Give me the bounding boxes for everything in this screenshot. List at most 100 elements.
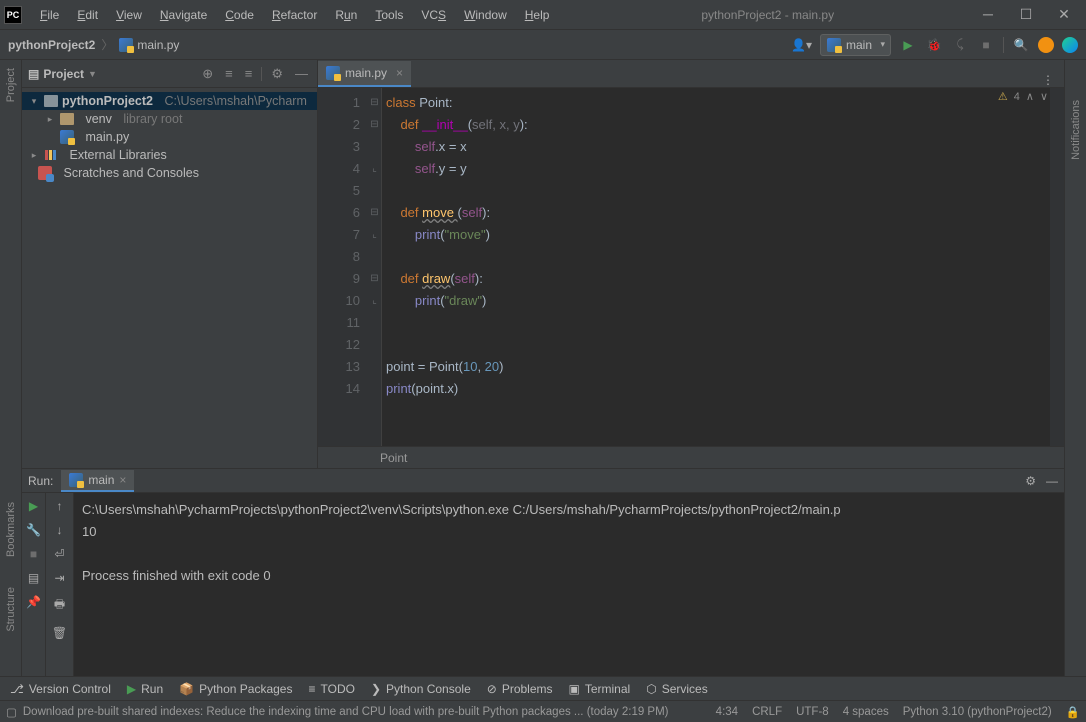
fold-gutter[interactable]: ⊟⊟⌞⊟⌞⊟⌞ bbox=[368, 88, 382, 446]
python-interpreter[interactable]: Python 3.10 (pythonProject2) bbox=[903, 706, 1052, 718]
close-run-tab-icon[interactable]: × bbox=[119, 473, 126, 487]
tree-file-name: main.py bbox=[85, 130, 129, 144]
coverage-button[interactable]: ⤹ bbox=[951, 36, 969, 54]
editor-tabs: main.py × ⋮ bbox=[318, 60, 1064, 88]
menu-view[interactable]: View bbox=[108, 4, 150, 26]
version-control-button[interactable]: ⎇Version Control bbox=[10, 682, 111, 696]
python-file-icon bbox=[60, 130, 74, 144]
play-icon: ▶ bbox=[127, 682, 136, 696]
line-separator[interactable]: CRLF bbox=[752, 706, 782, 718]
python-console-button[interactable]: ❯Python Console bbox=[371, 682, 471, 696]
tool-window-quick-access-icon[interactable]: ▢ bbox=[6, 705, 17, 719]
tree-venv-note: library root bbox=[123, 112, 182, 126]
editor-tab-label: main.py bbox=[345, 66, 387, 80]
editor-body[interactable]: ⚠ 4 ∧ ∨ 1234567891011121314 ⊟⊟⌞⊟⌞⊟⌞ clas… bbox=[318, 88, 1064, 446]
caret-position[interactable]: 4:34 bbox=[716, 706, 738, 718]
user-icon[interactable]: 👤▾ bbox=[791, 38, 812, 52]
tree-venv-name: venv bbox=[85, 112, 111, 126]
project-panel-title[interactable]: ▤ Project ▼ bbox=[28, 67, 193, 81]
terminal-button[interactable]: ▣Terminal bbox=[569, 682, 631, 696]
run-button[interactable]: ▶ bbox=[899, 36, 917, 54]
minimize-button[interactable]: ─ bbox=[978, 6, 998, 23]
close-tab-icon[interactable]: × bbox=[396, 66, 403, 80]
select-opened-file-icon[interactable]: ⊕ bbox=[199, 66, 216, 82]
left-tool-stripe: Project Bookmarks Structure bbox=[0, 60, 22, 676]
code-with-me-icon[interactable] bbox=[1062, 37, 1078, 53]
print-icon[interactable]: 🖶 bbox=[54, 595, 65, 616]
menu-tools[interactable]: Tools bbox=[367, 4, 411, 26]
tree-main-file[interactable]: main.py bbox=[22, 128, 317, 146]
prev-highlight-icon[interactable]: ∧ bbox=[1026, 90, 1034, 103]
menu-file[interactable]: File bbox=[32, 4, 67, 26]
inspection-widget[interactable]: ⚠ 4 ∧ ∨ bbox=[998, 90, 1048, 103]
notifications-tool-button[interactable]: Notifications bbox=[1070, 100, 1082, 160]
menu-help[interactable]: Help bbox=[517, 4, 558, 26]
rerun-icon[interactable]: ▶ bbox=[29, 499, 38, 513]
ide-updates-icon[interactable] bbox=[1038, 37, 1054, 53]
run-action-gutter: ▶ 🔧 ■ ▤ 📌 bbox=[22, 493, 46, 676]
hide-panel-icon[interactable]: — bbox=[292, 66, 311, 81]
tree-root-name: pythonProject2 bbox=[62, 94, 153, 108]
breadcrumb-file[interactable]: main.py bbox=[137, 38, 179, 52]
soft-wrap-icon[interactable]: ⏎ bbox=[54, 547, 64, 561]
next-highlight-icon[interactable]: ∨ bbox=[1040, 90, 1048, 103]
project-tree[interactable]: ▾ pythonProject2 C:\Users\mshah\Pycharm … bbox=[22, 88, 317, 186]
debug-button[interactable]: 🐞 bbox=[925, 36, 943, 54]
menu-edit[interactable]: Edit bbox=[69, 4, 106, 26]
stop-button[interactable]: ■ bbox=[977, 36, 995, 54]
tree-scratches[interactable]: Scratches and Consoles bbox=[22, 164, 317, 182]
status-message[interactable]: Download pre-built shared indexes: Reduc… bbox=[23, 706, 669, 718]
run-tool-icon[interactable]: 🔧 bbox=[26, 523, 41, 537]
menu-navigate[interactable]: Navigate bbox=[152, 4, 215, 26]
scroll-to-end-icon[interactable]: ⇥ bbox=[54, 571, 64, 585]
tree-external-libs[interactable]: ▸ External Libraries bbox=[22, 146, 317, 164]
breadcrumb[interactable]: pythonProject2 〉 main.py bbox=[8, 36, 179, 53]
pin-icon[interactable]: 📌 bbox=[26, 595, 41, 609]
run-config-name: main bbox=[846, 38, 872, 52]
down-icon[interactable]: ↓ bbox=[57, 523, 63, 537]
gear-icon[interactable]: ⚙ bbox=[268, 66, 286, 82]
breadcrumb-class[interactable]: Point bbox=[380, 451, 407, 465]
close-button[interactable]: ✕ bbox=[1054, 6, 1074, 23]
run-tab[interactable]: main × bbox=[61, 470, 134, 492]
menu-run[interactable]: Run bbox=[327, 4, 365, 26]
search-icon[interactable]: 🔍 bbox=[1012, 36, 1030, 54]
structure-tool-button[interactable]: Structure bbox=[5, 587, 17, 632]
maximize-button[interactable]: ☐ bbox=[1016, 6, 1036, 23]
lock-icon[interactable]: 🔒 bbox=[1066, 705, 1080, 719]
code-area[interactable]: class Point: def __init__(self, x, y): s… bbox=[382, 88, 1050, 446]
run-settings-icon[interactable]: ⚙ bbox=[1025, 474, 1036, 488]
file-encoding[interactable]: UTF-8 bbox=[796, 706, 829, 718]
layout-icon[interactable]: ▤ bbox=[28, 571, 39, 585]
tree-project-root[interactable]: ▾ pythonProject2 C:\Users\mshah\Pycharm bbox=[22, 92, 317, 110]
menu-refactor[interactable]: Refactor bbox=[264, 4, 325, 26]
up-icon[interactable]: ↑ bbox=[57, 499, 63, 513]
tree-venv[interactable]: ▸ venv library root bbox=[22, 110, 317, 128]
collapse-all-icon[interactable]: ≡ bbox=[242, 66, 256, 81]
python-icon bbox=[827, 38, 841, 52]
services-button[interactable]: ⬡Services bbox=[646, 682, 708, 696]
bookmarks-tool-button[interactable]: Bookmarks bbox=[5, 502, 17, 557]
menu-code[interactable]: Code bbox=[217, 4, 262, 26]
editor-tab-main[interactable]: main.py × bbox=[318, 61, 411, 87]
project-tool-button[interactable]: Project bbox=[5, 68, 17, 102]
indent-setting[interactable]: 4 spaces bbox=[843, 706, 889, 718]
line-number-gutter[interactable]: 1234567891011121314 bbox=[318, 88, 368, 446]
editor-more-icon[interactable]: ⋮ bbox=[1032, 73, 1064, 87]
stop-icon[interactable]: ■ bbox=[30, 547, 37, 561]
hide-run-panel-icon[interactable]: — bbox=[1046, 474, 1058, 488]
editor-breadcrumb[interactable]: Point bbox=[318, 446, 1064, 468]
run-output[interactable]: C:\Users\mshah\PycharmProjects\pythonPro… bbox=[74, 493, 1064, 676]
editor-scrollbar[interactable] bbox=[1050, 88, 1064, 446]
run-tool-button[interactable]: ▶Run bbox=[127, 682, 163, 696]
todo-button[interactable]: ≡TODO bbox=[308, 682, 354, 696]
clear-icon[interactable]: 🗑 bbox=[52, 626, 67, 640]
expand-all-icon[interactable]: ≡ bbox=[222, 66, 236, 81]
run-panel-label: Run: bbox=[28, 474, 53, 488]
breadcrumb-project[interactable]: pythonProject2 bbox=[8, 38, 95, 52]
problems-button[interactable]: ⊘Problems bbox=[487, 682, 553, 696]
menu-window[interactable]: Window bbox=[456, 4, 515, 26]
python-packages-button[interactable]: 📦Python Packages bbox=[179, 682, 292, 696]
run-config-selector[interactable]: main bbox=[820, 34, 891, 56]
menu-vcs[interactable]: VCS bbox=[413, 4, 454, 26]
